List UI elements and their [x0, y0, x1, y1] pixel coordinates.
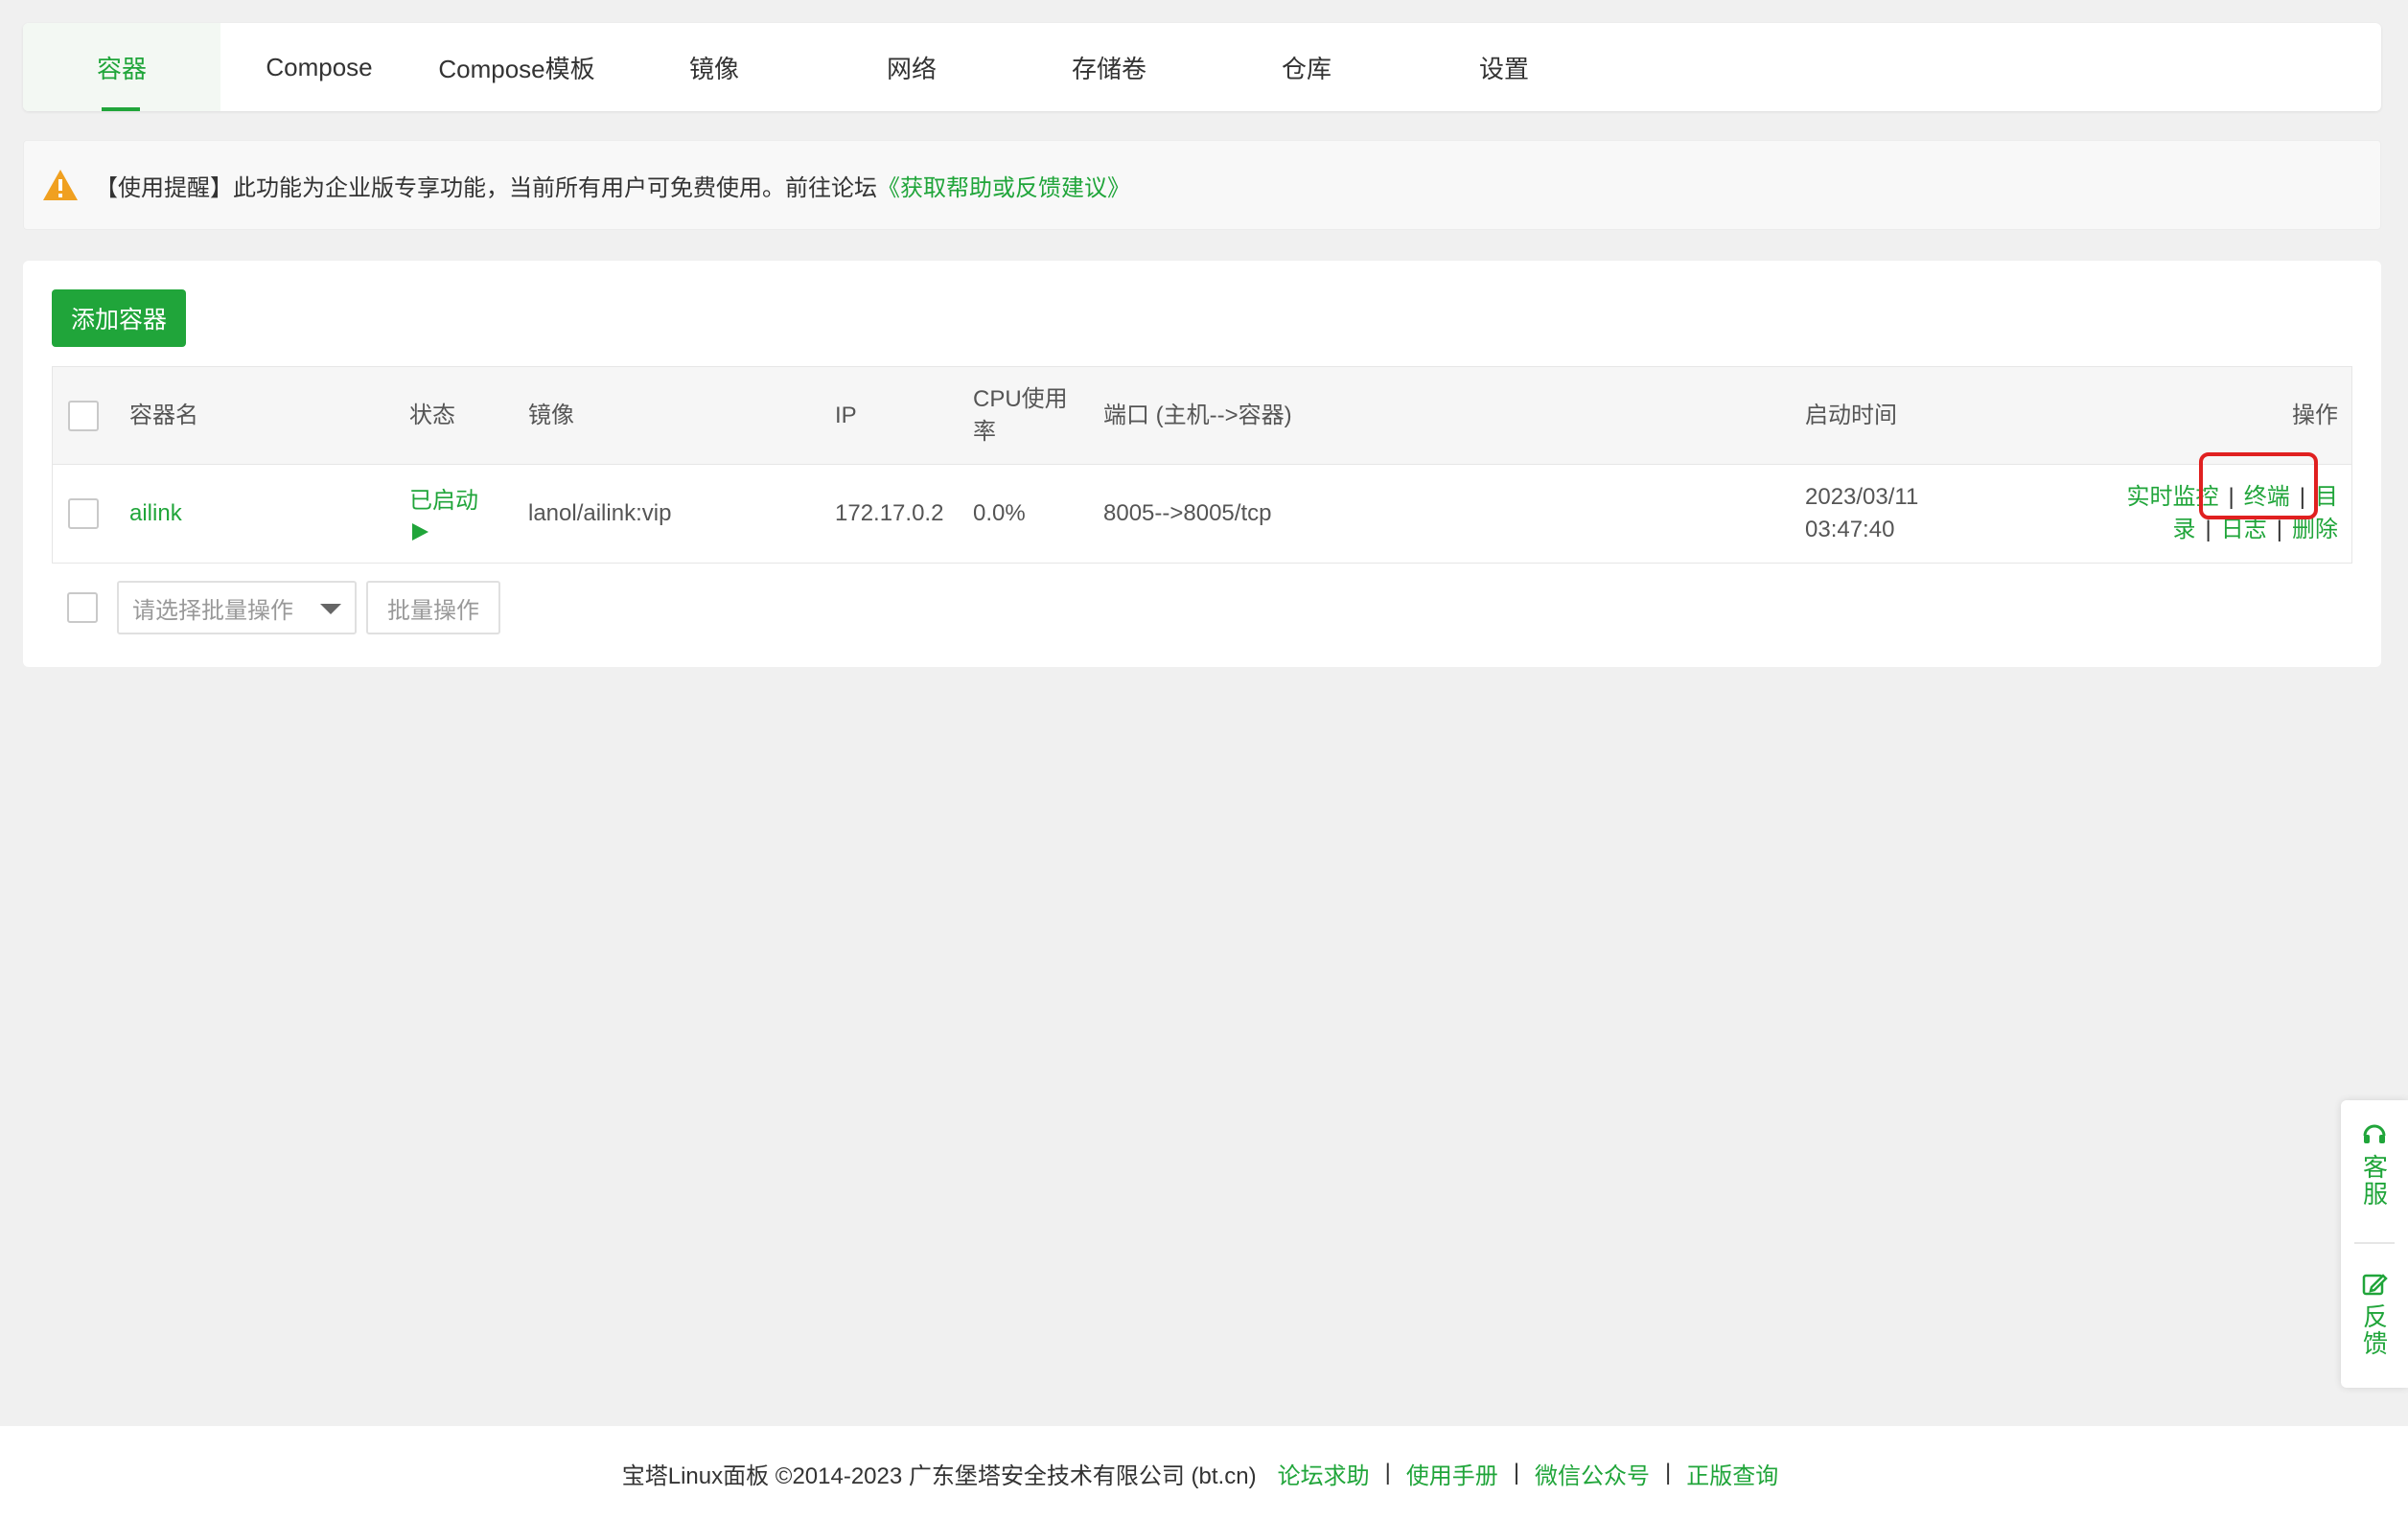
header-start-time: 启动时间: [1805, 402, 1897, 428]
image-cell: lanol/ailink:vip: [528, 500, 672, 526]
batch-action-button[interactable]: 批量操作: [366, 581, 500, 634]
usage-notice: 【使用提醒】此功能为企业版专享功能，当前所有用户可免费使用。前往论坛 《获取帮助…: [23, 140, 2381, 230]
row-checkbox[interactable]: [68, 498, 99, 529]
separator: |: [2276, 517, 2282, 542]
header-actions: 操作: [2292, 402, 2338, 428]
footer: 宝塔Linux面板 ©2014-2023 广东堡塔安全技术有限公司 (bt.cn…: [0, 1426, 2408, 1520]
tab-registry[interactable]: 仓库: [1208, 23, 1405, 111]
warning-icon: [43, 170, 78, 200]
header-name: 容器名: [129, 402, 198, 428]
footer-link-forum[interactable]: 论坛求助: [1278, 1457, 1370, 1490]
tab-images[interactable]: 镜像: [615, 23, 813, 111]
cpu-cell: 0.0%: [973, 500, 1026, 526]
status-cell[interactable]: 已启动: [409, 485, 478, 542]
tab-volumes[interactable]: 存储卷: [1010, 23, 1208, 111]
add-container-button[interactable]: 添加容器: [52, 289, 186, 347]
notice-text: 【使用提醒】此功能为企业版专享功能，当前所有用户可免费使用。前往论坛: [95, 174, 877, 201]
table-header: 容器名 状态 镜像 IP CPU使用 率 端口 (主机-->容器) 启动时间 操…: [53, 367, 2351, 465]
status-text: 已启动: [409, 488, 478, 514]
tab-networks[interactable]: 网络: [813, 23, 1010, 111]
feedback-label: 反馈: [2359, 1303, 2389, 1357]
terminal-link[interactable]: 终端: [2244, 484, 2290, 510]
start-date: 2023/03/11: [1805, 484, 1919, 510]
ip-cell: 172.17.0.2: [835, 500, 944, 526]
ports-cell: 8005-->8005/tcp: [1103, 500, 1272, 526]
side-widget: 客服 反馈: [2341, 1100, 2408, 1388]
play-icon: [412, 523, 428, 541]
footer-link-license[interactable]: 正版查询: [1686, 1457, 1778, 1490]
header-image: 镜像: [528, 402, 574, 428]
tab-settings[interactable]: 设置: [1405, 23, 1603, 111]
separator: |: [2299, 484, 2305, 510]
header-ports: 端口 (主机-->容器): [1103, 402, 1292, 428]
tab-compose[interactable]: Compose: [220, 23, 418, 111]
start-time-cell: 2023/03/11 03:47:40: [1805, 481, 1918, 546]
container-panel: 添加容器 容器名 状态 镜像 IP CPU使用 率 端口 (主机-->容器) 启…: [23, 261, 2381, 667]
side-divider: [2354, 1242, 2395, 1244]
chevron-down-icon: [320, 604, 341, 614]
logs-link[interactable]: 日志: [2221, 517, 2267, 542]
separator: |: [2228, 484, 2234, 510]
header-ip: IP: [835, 402, 857, 428]
table-row: ailink 已启动 lanol/ailink:vip 172.17.0.2 0…: [53, 465, 2351, 563]
actions-cell: 实时监控 | 终端 | 目 录 | 日志 | 删除: [2127, 481, 2338, 546]
footer-link-wechat[interactable]: 微信公众号: [1535, 1457, 1650, 1490]
tab-containers[interactable]: 容器: [23, 23, 220, 111]
header-cpu: CPU使用 率: [973, 383, 1068, 449]
start-clock: 03:47:40: [1805, 517, 1895, 542]
batch-select-placeholder: 请选择批量操作: [132, 597, 293, 624]
edit-icon: [2362, 1274, 2388, 1296]
header-cpu-line1: CPU使用: [973, 385, 1068, 412]
select-all-checkbox[interactable]: [68, 401, 99, 431]
customer-service-label: 客服: [2359, 1154, 2389, 1208]
footer-copyright: 宝塔Linux面板 ©2014-2023 广东堡塔安全技术有限公司 (bt.cn…: [621, 1462, 1257, 1489]
footer-separator: |: [1513, 1460, 1520, 1485]
monitor-link[interactable]: 实时监控: [2127, 484, 2219, 510]
help-feedback-link[interactable]: 《获取帮助或反馈建议》: [877, 169, 1130, 202]
delete-link[interactable]: 删除: [2292, 517, 2338, 542]
batch-select-all-checkbox[interactable]: [67, 592, 98, 623]
footer-separator: |: [1665, 1460, 1672, 1485]
footer-separator: |: [1384, 1460, 1391, 1485]
container-name-link[interactable]: ailink: [129, 497, 182, 530]
directory-link-part2[interactable]: 录: [2173, 517, 2196, 542]
headset-icon: [2363, 1124, 2386, 1143]
actions-line-2: 录 | 日志 | 删除: [2127, 514, 2338, 546]
separator: |: [2205, 517, 2211, 542]
footer-link-manual[interactable]: 使用手册: [1406, 1457, 1498, 1490]
container-table: 容器名 状态 镜像 IP CPU使用 率 端口 (主机-->容器) 启动时间 操…: [52, 366, 2352, 564]
customer-service-button[interactable]: 客服: [2341, 1121, 2408, 1208]
directory-link-part1[interactable]: 目: [2315, 484, 2338, 510]
feedback-button[interactable]: 反馈: [2341, 1271, 2408, 1357]
header-status: 状态: [409, 402, 455, 428]
tab-compose-templates[interactable]: Compose模板: [418, 23, 615, 111]
batch-action-select[interactable]: 请选择批量操作: [117, 581, 357, 634]
header-cpu-line2: 率: [973, 418, 996, 445]
top-tab-bar: 容器 Compose Compose模板 镜像 网络 存储卷 仓库 设置: [23, 23, 2381, 111]
actions-line-1: 实时监控 | 终端 | 目: [2127, 481, 2338, 514]
